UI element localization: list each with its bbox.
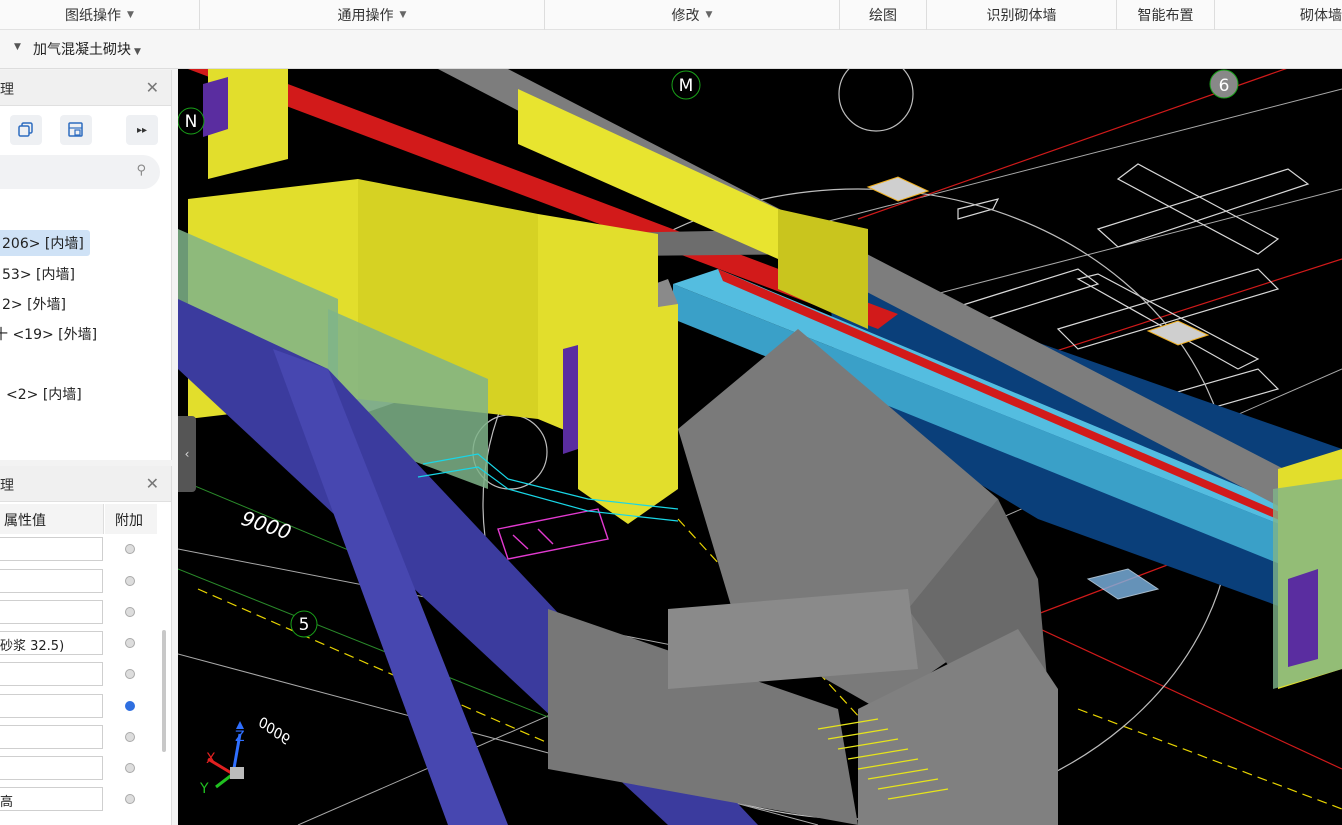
extra-radio[interactable] (125, 607, 135, 617)
chevron-down-icon: ▼ (705, 10, 713, 20)
tree-item[interactable]: 53> [内墙] (0, 261, 81, 287)
properties-scrollbar[interactable] (162, 630, 166, 752)
property-value-field[interactable] (0, 694, 103, 718)
ribbon-group-label: 智能布置 (1137, 8, 1194, 24)
search-input[interactable]: ⚲ (0, 155, 160, 189)
axis-x-label: X (206, 751, 216, 767)
property-value-field[interactable] (0, 662, 103, 686)
ribbon-group-drawing-ops[interactable]: 图纸操作 ▼ (0, 0, 200, 30)
ribbon-group-modify[interactable]: 修改 ▼ (545, 0, 840, 30)
property-value-field[interactable]: 高 (0, 787, 103, 811)
property-value-field[interactable] (0, 725, 103, 749)
panel-header: 理 ✕ (0, 466, 171, 502)
extra-radio[interactable] (125, 732, 135, 742)
ribbon-group-recognize-wall[interactable]: 识别砌体墙 (927, 0, 1117, 30)
axis-label-n: N (185, 112, 198, 132)
panel-header: 理 ✕ (0, 70, 171, 106)
axis-label-m: M (679, 76, 694, 96)
ribbon-group-label: 通用操作 (337, 8, 394, 24)
extra-radio[interactable] (125, 576, 135, 586)
extra-radio-checked[interactable] (125, 701, 135, 711)
extra-radio[interactable] (125, 544, 135, 554)
property-value-field[interactable] (0, 569, 103, 593)
ribbon-group-general-ops[interactable]: 通用操作 ▼ (200, 0, 545, 30)
column-header-extra: 附加 (105, 504, 157, 534)
ribbon-group-label: 图纸操作 (65, 8, 122, 24)
chevron-left-icon: ‹ (184, 447, 190, 461)
chevron-down-icon: ▼ (399, 10, 407, 20)
axis-label-6: 6 (1219, 76, 1230, 96)
axis-y-label: Y (199, 781, 209, 797)
component-tree-panel: 理 ✕ ▸▸ ⚲ 206> [内墙] 53> [内墙] 2> [外墙] 十 <1… (0, 70, 172, 460)
material-select[interactable]: 加气混凝土砌块 ▼ (33, 39, 141, 59)
viewport-scene: M N 6 5 9000 9000 X Y Z (178, 69, 1342, 825)
axis-z-label: Z (235, 729, 245, 745)
property-value-field[interactable] (0, 537, 103, 561)
tree-item[interactable]: 十 <19> [外墙] (0, 321, 103, 347)
ribbon-group-draw[interactable]: 绘图 (840, 0, 927, 30)
tree-item[interactable]: 2> [外墙] (0, 291, 72, 317)
3d-viewport[interactable]: M N 6 5 9000 9000 X Y Z (178, 69, 1342, 825)
material-select-value: 加气混凝土砌块 (33, 42, 131, 58)
more-icon[interactable]: ▸▸ (126, 115, 158, 145)
close-icon[interactable]: ✕ (146, 474, 159, 493)
property-value-field[interactable] (0, 600, 103, 624)
ribbon-group-masonry-wall-2[interactable]: 砌体墙二 (1215, 0, 1342, 30)
tree-item[interactable]: 206> [内墙] (0, 230, 90, 256)
close-icon[interactable]: ✕ (146, 78, 159, 97)
axis-gizmo: X Y Z (199, 721, 245, 797)
extra-radio[interactable] (125, 763, 135, 773)
panel-title: 理 (0, 478, 14, 494)
extra-radio[interactable] (125, 794, 135, 804)
ribbon-group-label: 绘图 (869, 8, 897, 24)
copy-icon[interactable] (10, 115, 42, 145)
ribbon-group-smart-layout[interactable]: 智能布置 (1117, 0, 1215, 30)
layer-icon[interactable] (60, 115, 92, 145)
dimension-label: 9000 (238, 506, 294, 545)
chevron-down-icon: ▼ (134, 47, 141, 57)
tree-item[interactable]: <2> [内墙] (4, 381, 88, 407)
chevron-down-icon[interactable]: ▼ (14, 42, 21, 52)
property-value-field[interactable]: 砂浆 32.5) (0, 631, 103, 655)
panel-title: 理 (0, 82, 14, 98)
property-value-field[interactable] (0, 756, 103, 780)
dimension-label: 9000 (254, 715, 292, 749)
secondary-toolbar: ▼ 加气混凝土砌块 ▼ (0, 30, 1342, 69)
chevron-down-icon: ▼ (127, 10, 134, 20)
column-header-value: 属性值 (0, 504, 104, 534)
ribbon-group-label: 识别砌体墙 (986, 8, 1057, 24)
axis-label-5: 5 (299, 615, 310, 635)
ribbon-group-label: 修改 (671, 8, 700, 24)
collapse-panel-button[interactable]: ‹ (178, 416, 196, 492)
ribbon: 图纸操作 ▼ 通用操作 ▼ 修改 ▼ 绘图 识别砌体墙 智能布置 砌体墙二 (0, 0, 1342, 30)
extra-radio[interactable] (125, 638, 135, 648)
extra-radio[interactable] (125, 669, 135, 679)
properties-table-header: 属性值 附加 (0, 504, 160, 534)
search-icon: ⚲ (136, 163, 146, 178)
ribbon-group-label: 砌体墙二 (1300, 8, 1342, 24)
